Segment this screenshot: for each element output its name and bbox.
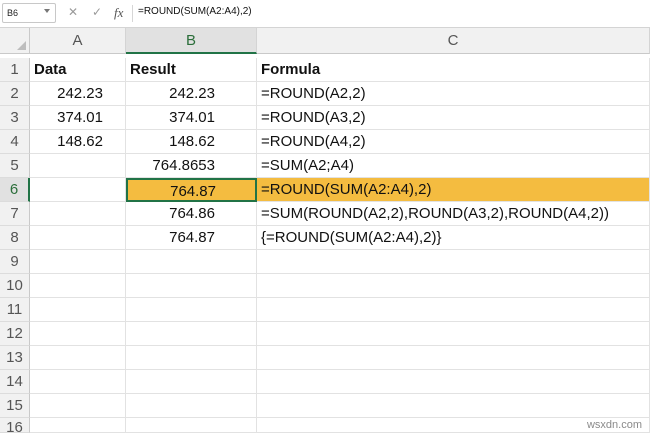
cell-b14[interactable] — [126, 370, 257, 394]
row-header[interactable]: 14 — [0, 370, 30, 394]
cell-b12[interactable] — [126, 322, 257, 346]
row-header[interactable]: 2 — [0, 82, 30, 106]
column-header-label: B — [185, 32, 196, 49]
cell-c3[interactable]: =ROUND(A3,2) — [257, 106, 650, 130]
cell-b13[interactable] — [126, 346, 257, 370]
column-header-b[interactable]: B — [126, 28, 257, 54]
cell-c11[interactable] — [257, 298, 650, 322]
row-header[interactable]: 9 — [0, 250, 30, 274]
cell-a11[interactable] — [30, 298, 126, 322]
row-header[interactable]: 13 — [0, 346, 30, 370]
name-box-value: B6 — [7, 8, 19, 18]
row-header[interactable]: 7 — [0, 202, 30, 226]
cell-b9[interactable] — [126, 250, 257, 274]
cell-c9[interactable] — [257, 250, 650, 274]
formula-bar: B6 ✕ ✓ fx =ROUND(SUM(A2:A4),2) — [0, 0, 650, 28]
cell-b4[interactable]: 148.62 — [126, 130, 257, 154]
cell-c5[interactable]: =SUM(A2;A4) — [257, 154, 650, 178]
cell-a6[interactable] — [30, 178, 126, 202]
cell-a15[interactable] — [30, 394, 126, 418]
cell-a10[interactable] — [30, 274, 126, 298]
cell-b10[interactable] — [126, 274, 257, 298]
cell-a8[interactable] — [30, 226, 126, 250]
cell-a14[interactable] — [30, 370, 126, 394]
column-header-label: A — [72, 32, 83, 49]
cell-c8[interactable]: {=ROUND(SUM(A2:A4),2)} — [257, 226, 650, 250]
cell-a3[interactable]: 374.01 — [30, 106, 126, 130]
cell-b11[interactable] — [126, 298, 257, 322]
row-header[interactable]: 1 — [0, 58, 30, 82]
cell-a7[interactable] — [30, 202, 126, 226]
cell-a5[interactable] — [30, 154, 126, 178]
row-header[interactable]: 10 — [0, 274, 30, 298]
cell-a4[interactable]: 148.62 — [30, 130, 126, 154]
cell-b8[interactable]: 764.87 — [126, 226, 257, 250]
name-box[interactable]: B6 — [2, 3, 56, 23]
formula-input[interactable]: =ROUND(SUM(A2:A4),2) — [138, 6, 252, 17]
cell-a1[interactable]: Data — [30, 58, 126, 82]
cell-b1[interactable]: Result — [126, 58, 257, 82]
column-header-a[interactable]: A — [30, 28, 126, 54]
confirm-icon[interactable]: ✓ — [92, 5, 102, 19]
cell-b5[interactable]: 764.8653 — [126, 154, 257, 178]
cell-a9[interactable] — [30, 250, 126, 274]
cell-b3[interactable]: 374.01 — [126, 106, 257, 130]
select-all-button[interactable] — [0, 28, 30, 54]
cell-c14[interactable] — [257, 370, 650, 394]
row-header[interactable]: 3 — [0, 106, 30, 130]
chevron-down-icon[interactable] — [44, 9, 50, 13]
column-header-label: C — [447, 32, 459, 49]
row-header[interactable]: 4 — [0, 130, 30, 154]
cell-a16[interactable] — [30, 418, 126, 433]
cell-c7[interactable]: =SUM(ROUND(A2,2),ROUND(A3,2),ROUND(A4,2)… — [257, 202, 650, 226]
cell-a13[interactable] — [30, 346, 126, 370]
watermark: wsxdn.com — [586, 419, 642, 431]
cell-b7[interactable]: 764.86 — [126, 202, 257, 226]
insert-function-icon[interactable]: fx — [114, 5, 123, 21]
cell-b16[interactable] — [126, 418, 257, 433]
cell-c1[interactable]: Formula — [257, 58, 650, 82]
cancel-icon[interactable]: ✕ — [68, 5, 78, 19]
cell-b2[interactable]: 242.23 — [126, 82, 257, 106]
row-header[interactable]: 6 — [0, 178, 30, 202]
row-header[interactable]: 15 — [0, 394, 30, 418]
cell-c15[interactable] — [257, 394, 650, 418]
row-header[interactable]: 16 — [0, 418, 30, 436]
cell-a12[interactable] — [30, 322, 126, 346]
row-header[interactable]: 8 — [0, 226, 30, 250]
cell-c4[interactable]: =ROUND(A4,2) — [257, 130, 650, 154]
cell-c6[interactable]: =ROUND(SUM(A2:A4),2) — [257, 178, 650, 202]
cell-c12[interactable] — [257, 322, 650, 346]
cell-b6[interactable]: 764.87 — [126, 178, 257, 202]
cell-a2[interactable]: 242.23 — [30, 82, 126, 106]
cell-c10[interactable] — [257, 274, 650, 298]
row-header[interactable]: 12 — [0, 322, 30, 346]
column-header-c[interactable]: C — [257, 28, 650, 54]
formula-bar-divider — [132, 5, 133, 22]
cell-c2[interactable]: =ROUND(A2,2) — [257, 82, 650, 106]
row-header[interactable]: 5 — [0, 154, 30, 178]
row-header[interactable]: 11 — [0, 298, 30, 322]
cell-c13[interactable] — [257, 346, 650, 370]
select-all-triangle-icon — [17, 41, 26, 50]
cell-b15[interactable] — [126, 394, 257, 418]
